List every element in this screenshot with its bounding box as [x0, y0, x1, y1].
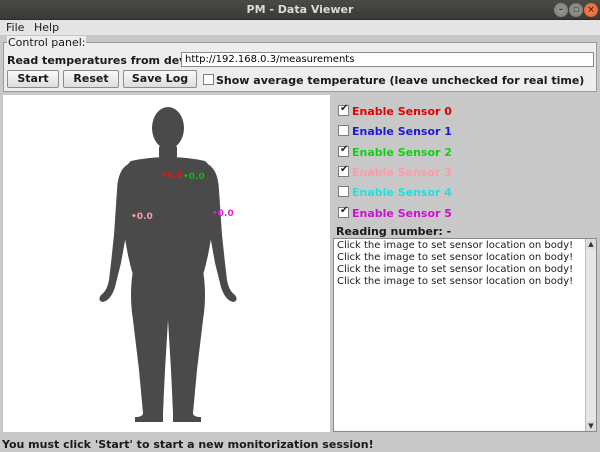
close-icon[interactable]: ×	[584, 3, 598, 17]
read-temperatures-label: Read temperatures from device:	[7, 54, 209, 67]
body-marker-sensor-5: •0.0	[212, 209, 234, 219]
sensor-1-checkbox[interactable]	[338, 125, 349, 136]
marker-value: 0.0	[188, 172, 205, 182]
sensor-3-checkbox[interactable]	[338, 164, 349, 177]
body-marker-sensor-0: •0.0	[161, 171, 183, 181]
sensor-2-checkbox[interactable]	[338, 144, 349, 157]
maximize-icon[interactable]: ▫	[569, 3, 583, 17]
minimize-icon[interactable]: –	[554, 3, 568, 17]
device-url-input[interactable]	[181, 52, 594, 67]
log-textarea[interactable]: Click the image to set sensor location o…	[333, 238, 597, 432]
marker-value: 0.0	[217, 209, 234, 219]
body-image-panel[interactable]: •0.0 •0.0 •0.0 •0.0	[3, 95, 330, 432]
sensor-0-checkbox[interactable]	[338, 103, 349, 116]
marker-value: 0.0	[166, 171, 183, 181]
human-body-silhouette[interactable]	[3, 95, 330, 432]
sensor-0-label: Enable Sensor 0	[352, 105, 452, 118]
menu-bar: File Help	[0, 20, 600, 35]
reset-button[interactable]: Reset	[63, 70, 119, 88]
sensor-3-toggle[interactable]: Enable Sensor 3	[338, 164, 452, 179]
sensor-3-label: Enable Sensor 3	[352, 166, 452, 179]
log-line: Click the image to set sensor location o…	[337, 252, 574, 263]
sensor-4-checkbox[interactable]	[338, 186, 349, 197]
save-log-button[interactable]: Save Log	[123, 70, 197, 88]
marker-value: 0.0	[136, 212, 153, 222]
title-bar: PM - Data Viewer – ▫ ×	[0, 0, 600, 20]
sensor-2-toggle[interactable]: Enable Sensor 2	[338, 144, 452, 159]
average-temperature-checkbox[interactable]	[203, 74, 214, 85]
sensor-5-label: Enable Sensor 5	[352, 207, 452, 220]
log-line: Click the image to set sensor location o…	[337, 264, 574, 275]
sensor-1-toggle[interactable]: Enable Sensor 1	[338, 125, 452, 138]
sensor-0-toggle[interactable]: Enable Sensor 0	[338, 103, 452, 118]
sensor-4-toggle[interactable]: Enable Sensor 4	[338, 186, 452, 199]
sensor-5-checkbox[interactable]	[338, 205, 349, 218]
menu-help[interactable]: Help	[34, 21, 59, 34]
log-line: Click the image to set sensor location o…	[337, 276, 574, 287]
scroll-down-icon[interactable]: ▼	[586, 421, 596, 431]
control-panel-legend: Control panel:	[7, 36, 87, 49]
average-temperature-label: Show average temperature (leave unchecke…	[216, 74, 585, 87]
reading-number-label: Reading number: -	[336, 225, 452, 238]
body-marker-sensor-2: •0.0	[183, 172, 205, 182]
body-marker-sensor-3: •0.0	[131, 212, 153, 222]
scroll-up-icon[interactable]: ▲	[586, 239, 596, 249]
sensor-5-toggle[interactable]: Enable Sensor 5	[338, 205, 452, 220]
log-scrollbar[interactable]: ▲ ▼	[585, 239, 596, 431]
log-line: Click the image to set sensor location o…	[337, 240, 574, 251]
sensor-1-label: Enable Sensor 1	[352, 125, 452, 138]
window-title: PM - Data Viewer	[246, 3, 354, 16]
status-bar: You must click 'Start' to start a new mo…	[2, 438, 374, 451]
start-button[interactable]: Start	[7, 70, 59, 88]
sensor-2-label: Enable Sensor 2	[352, 146, 452, 159]
menu-file[interactable]: File	[6, 21, 24, 34]
sensor-4-label: Enable Sensor 4	[352, 186, 452, 199]
